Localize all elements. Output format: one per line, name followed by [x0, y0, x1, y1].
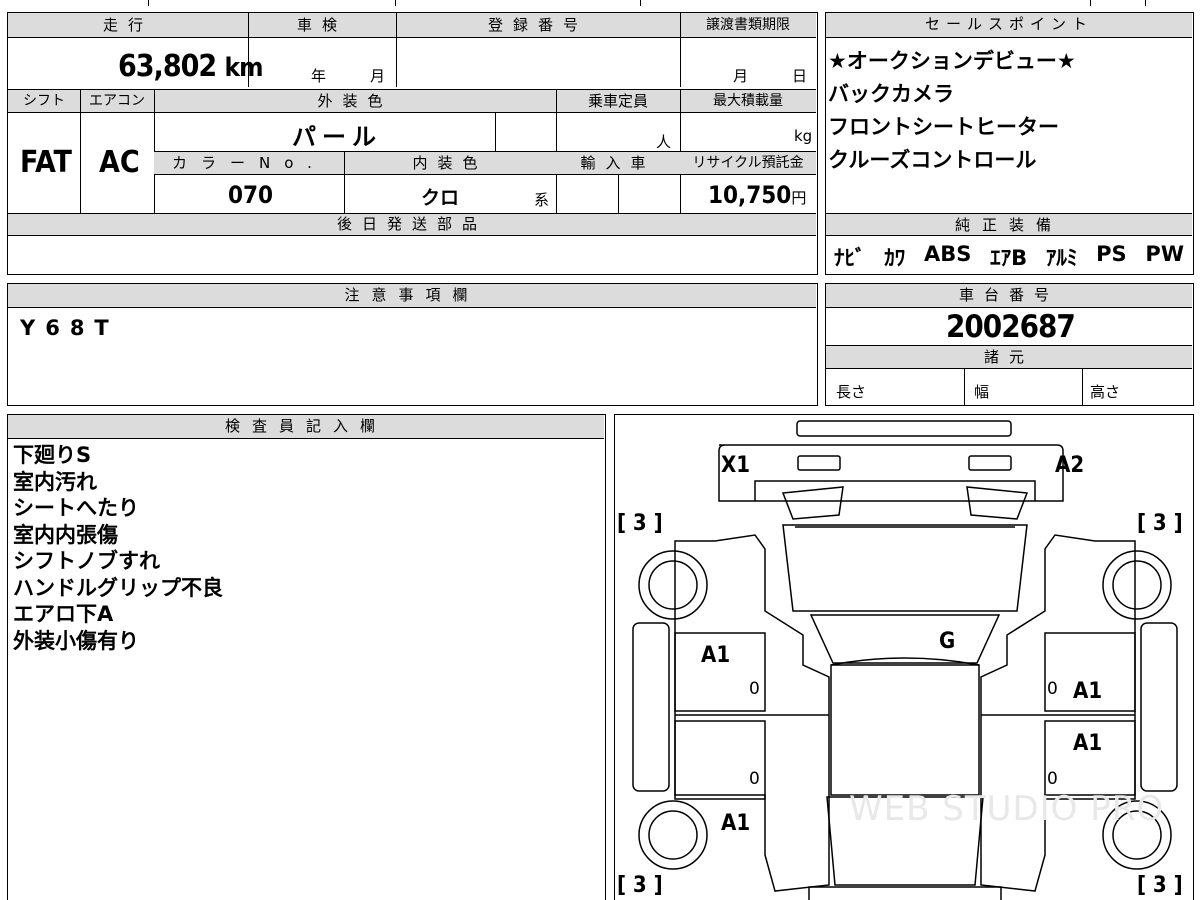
aircon-value: AC — [99, 145, 140, 180]
color-no-label: カラーNo. — [172, 154, 326, 172]
deadline-month-unit: 月 — [733, 67, 749, 85]
mark-x1: X1 — [721, 453, 751, 478]
genuine-equipment-header: 純正装備 — [826, 213, 1192, 236]
shift-value: FAT — [20, 145, 72, 180]
mark-zero: 0 — [749, 679, 760, 699]
diagram-watermark: WEB STUDIO PRO — [849, 789, 1165, 829]
genuine-equipment-row: ﾅﾋﾞ ｶﾜ ABS ｴｱB ｱﾙﾐ PS PW — [826, 242, 1192, 272]
sales-points-header: セールスポイント — [826, 13, 1192, 38]
recycle-fee-unit: 円 — [791, 189, 807, 207]
mark-zero: 0 — [1047, 679, 1058, 699]
aircon-label: エアコン — [89, 93, 145, 109]
inspector-line: 外装小傷有り — [13, 628, 139, 653]
tire-tread-rear-right: [ 3 ] — [1137, 873, 1183, 898]
sales-point-item: ★オークションデビュー★ — [828, 49, 1076, 73]
transfer-deadline-label: 譲渡書類期限 — [706, 17, 790, 33]
equip-pw: PW — [1145, 242, 1184, 266]
inspector-lines: 下廻りS 室内汚れ シートへたり 室内内張傷 シフトノブすれ ハンドルグリップ不… — [13, 442, 223, 654]
recycle-fee-value: 10,750円 — [708, 181, 807, 209]
deadline-day-unit: 日 — [792, 67, 808, 85]
inspector-line: ハンドルグリップ不良 — [13, 575, 223, 600]
notes-box: 注意事項欄 Y68T — [7, 283, 818, 406]
mark-a1-left-wheel: A1 — [721, 811, 751, 836]
mark-a1-right-front: A1 — [1073, 679, 1103, 704]
mark-a1-left-front: A1 — [701, 643, 731, 668]
interior-color-suffix: 系 — [534, 191, 550, 209]
mark-a2: A2 — [1055, 453, 1085, 478]
import-label: 輸入車 — [580, 154, 656, 172]
inspector-line: シートへたり — [13, 496, 139, 520]
mark-zero: 0 — [1047, 769, 1058, 789]
specs-height: 高さ — [1090, 383, 1121, 401]
equip-alloy: ｱﾙﾐ — [1045, 246, 1078, 270]
inspector-line: 室内汚れ — [13, 469, 97, 494]
tire-tread-front-left: [ 3 ] — [617, 511, 663, 536]
capacity-label: 乗車定員 — [587, 92, 648, 110]
mark-a1-right-rear: A1 — [1073, 731, 1103, 756]
sales-point-item: クルーズコントロール — [828, 148, 1037, 172]
registration-label: 登録番号 — [487, 16, 588, 34]
tire-tread-front-right: [ 3 ] — [1137, 511, 1183, 536]
max-load-label: 最大積載量 — [713, 93, 783, 109]
interior-color-value: クロ — [421, 187, 460, 209]
inspector-header: 検査員記入欄 — [8, 415, 604, 439]
exterior-color-value: パール — [292, 123, 382, 151]
chassis-header: 車台番号 — [826, 284, 1192, 308]
color-no-value: 070 — [228, 181, 274, 209]
notes-header: 注意事項欄 — [8, 284, 816, 308]
chassis-number: 2002687 — [946, 309, 1076, 345]
specs-width: 幅 — [974, 383, 990, 401]
sales-points-box: セールスポイント ★オークションデビュー★ バックカメラ フロントシートヒーター… — [825, 12, 1194, 275]
recycle-fee-label: リサイクル預託金 — [692, 155, 804, 171]
interior-color-label: 内装色 — [412, 154, 488, 172]
later-parts-label: 後日発送部品 — [336, 215, 487, 233]
specs-length: 長さ — [836, 383, 867, 401]
equip-ps: PS — [1096, 242, 1127, 266]
sales-point-item: フロントシートヒーター — [828, 115, 1059, 139]
inspector-line: エアロ下A — [13, 602, 114, 626]
mileage-label: 走行 — [102, 16, 153, 34]
sales-point-item: バックカメラ — [828, 82, 954, 106]
notes-text: Y68T — [20, 316, 119, 340]
capacity-unit: 人 — [656, 133, 672, 151]
shaken-label: 車検 — [296, 16, 347, 34]
inspector-line: 室内内張傷 — [13, 522, 118, 547]
tire-tread-rear-left: [ 3 ] — [617, 873, 663, 898]
equip-abs: ABS — [924, 242, 972, 266]
equip-leather: ｶﾜ — [884, 246, 906, 270]
car-diagram-box: WEB STUDIO PRO X1 A2 G A1 A1 A1 A1 0 0 0… — [614, 414, 1194, 900]
inspector-line: 下廻りS — [13, 443, 92, 467]
equip-navi: ﾅﾋﾞ — [834, 246, 866, 270]
mileage-unit: km — [224, 53, 264, 83]
shaken-month-unit: 月 — [370, 67, 386, 85]
mark-zero: 0 — [749, 769, 760, 789]
specs-header: 諸元 — [826, 345, 1192, 369]
inspector-line: シフトノブすれ — [13, 549, 160, 573]
top-cropped-strip — [0, 0, 1200, 6]
shaken-year-unit: 年 — [311, 67, 327, 85]
equip-airbag: ｴｱB — [990, 246, 1028, 270]
chassis-box: 車台番号 2002687 諸元 長さ 幅 高さ — [825, 283, 1194, 406]
inspector-box: 検査員記入欄 下廻りS 室内汚れ シートへたり 室内内張傷 シフトノブすれ ハン… — [7, 414, 606, 900]
vehicle-info-table: 走行 車検 登録番号 譲渡書類期限 63,802 km 年 月 月 日 シフト … — [7, 12, 818, 275]
mark-g: G — [939, 629, 956, 654]
max-load-unit: kg — [794, 127, 813, 145]
mileage-value: 63,802 km — [118, 49, 264, 84]
exterior-color-label: 外装色 — [317, 92, 393, 110]
shift-label: シフト — [23, 93, 65, 109]
